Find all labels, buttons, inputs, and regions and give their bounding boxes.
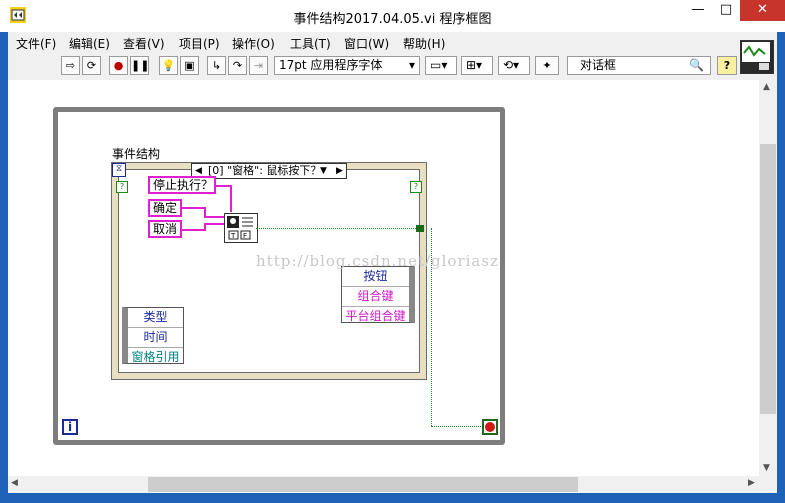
- search-icon[interactable]: 🔍: [689, 57, 704, 74]
- boolean-wire: [256, 228, 420, 229]
- menu-file[interactable]: 文件(F): [16, 35, 56, 52]
- menu-edit[interactable]: 编辑(E): [69, 35, 110, 52]
- dropdown-arrow-icon[interactable]: ▼: [320, 164, 327, 178]
- window-title: 事件结构2017.04.05.vi 程序框图: [293, 12, 492, 27]
- step-over-icon[interactable]: ↷: [228, 56, 247, 75]
- scroll-corner: [759, 476, 777, 493]
- highlight-execution-icon[interactable]: 💡: [159, 56, 178, 75]
- event-data-node-left[interactable]: 类型 时间 窗格引用: [122, 307, 184, 364]
- boolean-wire: [431, 426, 481, 427]
- chevron-down-icon: ▾: [408, 58, 415, 72]
- menu-operate[interactable]: 操作(O): [232, 35, 275, 52]
- event-data-pane-ref[interactable]: 窗格引用: [128, 348, 183, 367]
- run-continuously-icon[interactable]: ⟳: [82, 56, 101, 75]
- event-data-modifiers[interactable]: 组合键: [342, 287, 409, 307]
- vertical-scroll-thumb[interactable]: [760, 144, 776, 414]
- menu-help[interactable]: 帮助(H): [403, 35, 445, 52]
- cleanup-diagram-icon[interactable]: ✦: [535, 56, 559, 75]
- string-wire: [182, 207, 206, 209]
- increment-arrow-icon[interactable]: ▶: [336, 164, 343, 178]
- menu-window[interactable]: 窗口(W): [344, 35, 389, 52]
- string-wire: [204, 223, 224, 225]
- step-out-icon[interactable]: ⇥: [249, 56, 268, 75]
- search-field[interactable]: 对话框 🔍: [567, 56, 711, 75]
- case-selector-label: [0] "窗格": 鼠标按下？: [208, 164, 322, 177]
- font-select-value: 17pt 应用程序字体: [279, 58, 383, 72]
- event-filter-node-handle-icon[interactable]: ?: [410, 181, 422, 193]
- step-into-icon[interactable]: ↳: [207, 56, 226, 75]
- menu-tools[interactable]: 工具(T): [290, 35, 331, 52]
- svg-text:T: T: [230, 232, 236, 240]
- close-button[interactable]: ✕: [740, 0, 785, 21]
- menu-view[interactable]: 查看(V): [123, 35, 165, 52]
- abort-icon[interactable]: ●: [109, 56, 128, 75]
- retain-wire-values-icon[interactable]: ▣: [180, 56, 199, 75]
- scroll-down-icon[interactable]: ▼: [763, 463, 770, 473]
- align-objects-select[interactable]: ▭▾: [425, 56, 457, 75]
- event-data-platform-modifiers[interactable]: 平台组合键: [342, 307, 409, 326]
- run-arrow-icon[interactable]: ⇨: [61, 56, 80, 75]
- event-data-time[interactable]: 时间: [128, 328, 183, 348]
- toolbar: ⇨ ⟳ ● ❚❚ 💡 ▣ ↳ ↷ ⇥ 17pt 应用程序字体 ▾ ▭▾ ⊞▾ ⟲…: [8, 40, 777, 80]
- scroll-right-icon[interactable]: ▶: [748, 478, 755, 488]
- timeout-terminal-icon[interactable]: ⧖: [112, 163, 126, 177]
- menu-project[interactable]: 项目(P): [179, 35, 220, 52]
- context-help-icon[interactable]: ?: [717, 56, 737, 75]
- boolean-tunnel[interactable]: [416, 225, 424, 232]
- string-wire: [182, 229, 206, 231]
- event-data-type[interactable]: 类型: [128, 308, 183, 328]
- labview-logo-icon: [10, 7, 26, 23]
- string-wire: [230, 185, 232, 212]
- search-value: 对话框: [580, 58, 617, 72]
- vi-icon[interactable]: [740, 40, 774, 74]
- event-structure-label: 事件结构: [112, 147, 161, 161]
- scroll-up-icon[interactable]: ▲: [763, 82, 770, 92]
- vertical-scrollbar[interactable]: ▲ ▼: [759, 80, 777, 476]
- cancel-label-constant[interactable]: 取消: [148, 220, 182, 238]
- event-data-node-right[interactable]: 按钮 组合键 平台组合键: [341, 266, 415, 323]
- stop-prompt-constant[interactable]: 停止执行？: [148, 176, 216, 194]
- ok-label-constant[interactable]: 确定: [148, 199, 182, 217]
- scroll-left-icon[interactable]: ◀: [11, 478, 18, 488]
- reorder-select[interactable]: ⟲▾: [498, 56, 530, 75]
- block-diagram-canvas[interactable]: 事件结构 ⧖ ◀ [0] "窗格": 鼠标按下？ ▼ ▶ ? ? 停止执行？ 确…: [8, 80, 759, 476]
- two-button-dialog-icon[interactable]: TF: [224, 213, 258, 243]
- menu-bar: 文件(F) 编辑(E) 查看(V) 项目(P) 操作(O) 工具(T) 窗口(W…: [8, 32, 777, 52]
- iteration-terminal[interactable]: i: [62, 419, 78, 435]
- maximize-button[interactable]: □: [712, 0, 740, 21]
- font-select[interactable]: 17pt 应用程序字体 ▾: [274, 56, 420, 75]
- pause-icon[interactable]: ❚❚: [130, 56, 149, 75]
- title-bar: 事件结构2017.04.05.vi 程序框图 — □ ✕: [0, 0, 785, 32]
- minimize-button[interactable]: —: [684, 0, 712, 21]
- distribute-objects-select[interactable]: ⊞▾: [461, 56, 493, 75]
- svg-text:F: F: [243, 232, 247, 240]
- event-data-button[interactable]: 按钮: [342, 267, 409, 287]
- event-data-node-handle-icon[interactable]: ?: [116, 181, 128, 193]
- watermark-text: http://blog.csdn.net/gloriasz: [256, 252, 499, 270]
- horizontal-scrollbar[interactable]: ◀ ▶: [8, 476, 759, 493]
- string-wire: [204, 216, 224, 218]
- stop-condition-terminal[interactable]: [482, 419, 498, 435]
- horizontal-scroll-thumb[interactable]: [148, 477, 578, 492]
